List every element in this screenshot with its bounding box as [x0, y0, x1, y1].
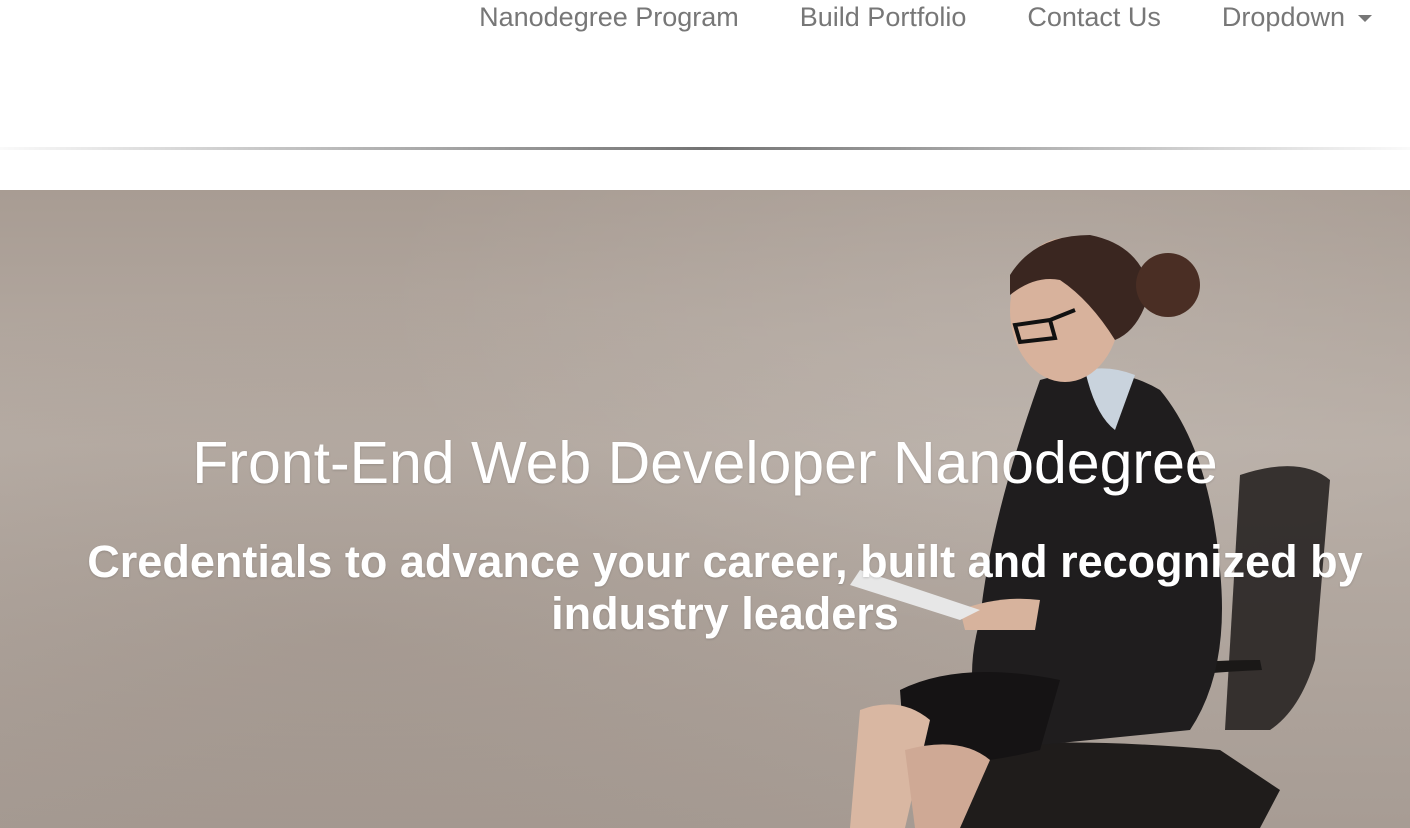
hero-title: Front-End Web Developer Nanodegree	[192, 430, 1218, 496]
nav-link-nanodegree-program[interactable]: Nanodegree Program	[479, 0, 739, 34]
nav-link-label: Dropdown	[1221, 2, 1345, 32]
nav-dropdown-toggle[interactable]: Dropdown	[1222, 0, 1372, 34]
caret-down-icon	[1358, 14, 1372, 22]
nav-link-contact-us[interactable]: Contact Us	[1027, 0, 1161, 34]
nav-menu: Nanodegree Program Build Portfolio Conta…	[479, 0, 1372, 34]
hero-subtitle: Credentials to advance your career, buil…	[87, 536, 1363, 639]
header-divider	[0, 147, 1410, 150]
nav-link-label: Nanodegree Program	[479, 2, 739, 32]
navbar: Nanodegree Program Build Portfolio Conta…	[0, 0, 1410, 148]
hero-background-image	[850, 235, 1330, 828]
nav-link-build-portfolio[interactable]: Build Portfolio	[800, 0, 967, 34]
hero-section: Front-End Web Developer Nanodegree Crede…	[0, 190, 1410, 828]
nav-link-label: Build Portfolio	[799, 2, 967, 32]
nav-link-label: Contact Us	[1027, 2, 1161, 32]
